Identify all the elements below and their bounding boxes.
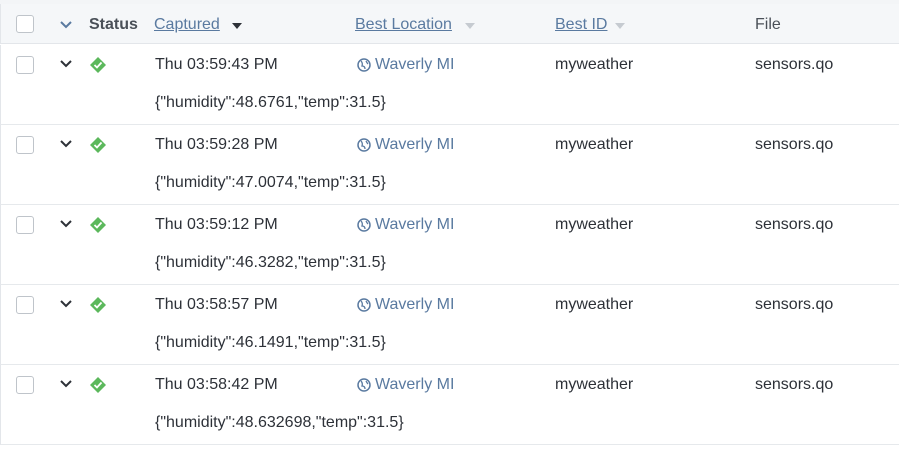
table-row[interactable]: Thu 03:58:42 PM Waverly MI myweather sen… (0, 365, 899, 445)
row-expand-chevron-icon[interactable] (59, 379, 73, 389)
row-expand-chevron-icon[interactable] (59, 299, 73, 309)
file-name: sensors.qo (755, 56, 834, 73)
row-expand-chevron-icon[interactable] (59, 139, 73, 149)
globe-icon (357, 218, 371, 232)
row-expand-chevron-icon[interactable] (59, 219, 73, 229)
globe-icon (357, 58, 371, 72)
event-body: {"humidity":47.0074,"temp":31.5} (155, 174, 386, 191)
location-link[interactable]: Waverly MI (375, 215, 454, 235)
row-select-checkbox[interactable] (16, 376, 34, 394)
row-select-checkbox[interactable] (16, 56, 34, 74)
sort-neutral-icon[interactable] (615, 23, 625, 29)
file-name: sensors.qo (755, 216, 834, 233)
event-body: {"humidity":46.1491,"temp":31.5} (155, 334, 386, 351)
location-link[interactable]: Waverly MI (375, 295, 454, 315)
globe-icon (357, 138, 371, 152)
row-select-checkbox[interactable] (16, 136, 34, 154)
check-diamond-icon (90, 217, 106, 233)
event-body: {"humidity":48.6761,"temp":31.5} (155, 94, 386, 111)
row-select-checkbox[interactable] (16, 296, 34, 314)
best-id: myweather (555, 136, 634, 153)
table-row[interactable]: Thu 03:59:43 PM Waverly MI myweather sen… (0, 45, 899, 125)
globe-icon (357, 378, 371, 392)
file-name: sensors.qo (755, 136, 834, 153)
table-row[interactable]: Thu 03:58:57 PM Waverly MI myweather sen… (0, 285, 899, 365)
check-diamond-icon (90, 377, 106, 393)
column-header-best-location[interactable]: Best Location (355, 15, 452, 35)
check-diamond-icon (90, 297, 106, 313)
column-header-file: File (755, 16, 781, 33)
table-row[interactable]: Thu 03:59:12 PM Waverly MI myweather sen… (0, 205, 899, 285)
column-header-captured[interactable]: Captured (154, 15, 220, 35)
select-all-checkbox[interactable] (16, 15, 34, 33)
sort-neutral-icon[interactable] (465, 23, 475, 29)
check-diamond-icon (90, 57, 106, 73)
table-header: Status Captured Best Location Best ID Fi… (0, 4, 899, 44)
captured-time: Thu 03:58:57 PM (155, 296, 278, 313)
sort-desc-icon[interactable] (232, 23, 242, 29)
event-body: {"humidity":48.632698,"temp":31.5} (155, 414, 404, 431)
column-header-best-id[interactable]: Best ID (555, 15, 607, 35)
expand-all-chevron-icon[interactable] (59, 20, 73, 30)
captured-time: Thu 03:59:43 PM (155, 56, 278, 73)
events-table: Status Captured Best Location Best ID Fi… (0, 0, 899, 449)
best-id: myweather (555, 216, 634, 233)
file-name: sensors.qo (755, 296, 834, 313)
globe-icon (357, 298, 371, 312)
location-link[interactable]: Waverly MI (375, 135, 454, 155)
row-expand-chevron-icon[interactable] (59, 59, 73, 69)
best-id: myweather (555, 56, 634, 73)
captured-time: Thu 03:59:12 PM (155, 216, 278, 233)
best-id: myweather (555, 376, 634, 393)
best-id: myweather (555, 296, 634, 313)
row-select-checkbox[interactable] (16, 216, 34, 234)
location-link[interactable]: Waverly MI (375, 55, 454, 75)
table-row[interactable]: Thu 03:59:28 PM Waverly MI myweather sen… (0, 125, 899, 205)
captured-time: Thu 03:58:42 PM (155, 376, 278, 393)
captured-time: Thu 03:59:28 PM (155, 136, 278, 153)
file-name: sensors.qo (755, 376, 834, 393)
location-link[interactable]: Waverly MI (375, 375, 454, 395)
check-diamond-icon (90, 137, 106, 153)
event-body: {"humidity":46.3282,"temp":31.5} (155, 254, 386, 271)
column-header-status: Status (89, 16, 138, 33)
